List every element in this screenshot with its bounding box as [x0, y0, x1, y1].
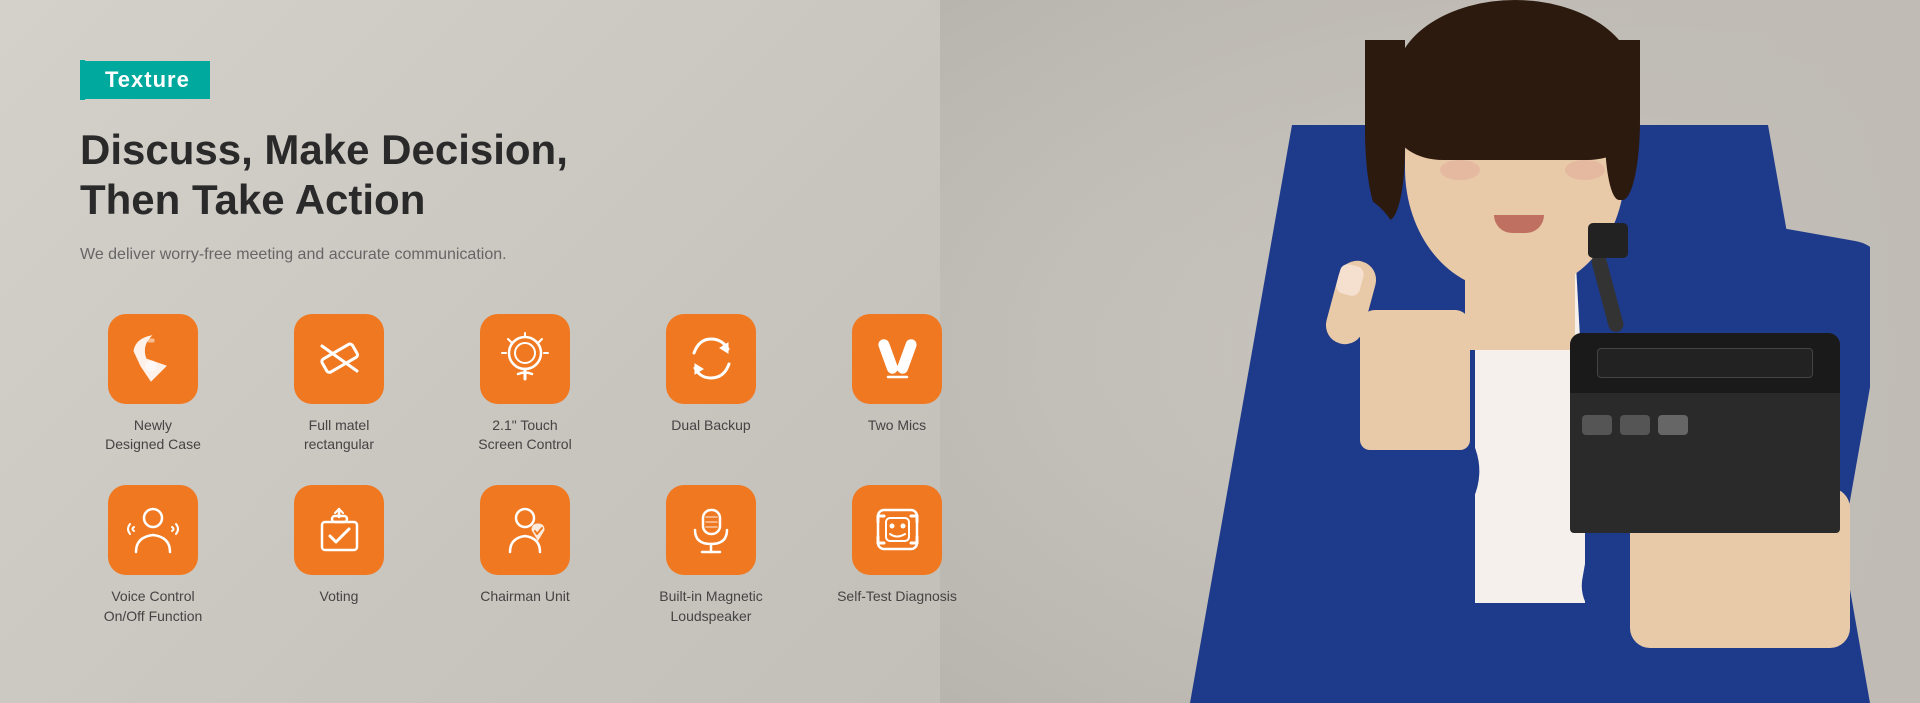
features-grid: NewlyDesigned Case Full matelrectangular	[80, 314, 970, 626]
chairman-unit-label: Chairman Unit	[480, 587, 569, 607]
mics-icon	[870, 331, 925, 386]
voting-icon	[312, 502, 367, 557]
main-title: Discuss, Make Decision, Then Take Action	[80, 125, 970, 226]
chairman-icon	[498, 502, 553, 557]
voting-label: Voting	[320, 587, 359, 607]
feature-built-in-speaker: Built-in MagneticLoudspeaker	[638, 485, 784, 626]
device-display	[1597, 348, 1813, 378]
content-area: Texture Discuss, Make Decision, Then Tak…	[0, 0, 1050, 703]
touch-icon	[498, 331, 553, 386]
full-matel-label: Full matelrectangular	[304, 416, 374, 455]
blush-right	[1440, 160, 1480, 180]
chairman-unit-icon-box	[480, 485, 570, 575]
voice-control-icon-box	[108, 485, 198, 575]
hair-side-left	[1605, 40, 1640, 200]
two-mics-icon-box	[852, 314, 942, 404]
built-in-speaker-icon-box	[666, 485, 756, 575]
voice-icon	[126, 502, 181, 557]
voice-control-label: Voice ControlOn/Off Function	[104, 587, 203, 626]
feature-voting: Voting	[266, 485, 412, 607]
feature-self-test: Self-Test Diagnosis	[824, 485, 970, 607]
newly-designed-case-icon-box	[108, 314, 198, 404]
feature-full-matel: Full matelrectangular	[266, 314, 412, 455]
neck	[1465, 260, 1575, 350]
dual-backup-label: Dual Backup	[671, 416, 750, 436]
self-test-icon-box	[852, 485, 942, 575]
voting-icon-box	[294, 485, 384, 575]
full-matel-icon-box	[294, 314, 384, 404]
device-btn1	[1582, 415, 1612, 435]
feature-newly-designed-case: NewlyDesigned Case	[80, 314, 226, 455]
device-body	[1570, 333, 1840, 533]
feature-dual-backup: Dual Backup	[638, 314, 784, 436]
backup-icon	[684, 331, 739, 386]
device-btn3	[1658, 415, 1688, 435]
subtitle: We deliver worry-free meeting and accura…	[80, 246, 970, 264]
hand-thumbsup	[1360, 310, 1470, 450]
texture-badge: Texture	[80, 60, 970, 100]
touch-screen-icon-box	[480, 314, 570, 404]
speaker-icon	[684, 502, 739, 557]
rectangular-icon	[312, 331, 367, 386]
title-line2: Then Take Action	[80, 175, 970, 225]
title-line1: Discuss, Make Decision,	[80, 125, 970, 175]
self-test-label: Self-Test Diagnosis	[837, 587, 957, 607]
selftest-icon	[870, 502, 925, 557]
hair-top	[1395, 0, 1635, 160]
page-wrapper: Texture Discuss, Make Decision, Then Tak…	[0, 0, 1920, 703]
device-buttons	[1570, 403, 1840, 447]
feature-chairman-unit: Chairman Unit	[452, 485, 598, 607]
touch-screen-label: 2.1" TouchScreen Control	[478, 416, 571, 455]
two-mics-label: Two Mics	[868, 416, 926, 436]
blush-left	[1565, 160, 1605, 180]
features-row-1: NewlyDesigned Case Full matelrectangular	[80, 314, 970, 455]
newly-designed-case-label: NewlyDesigned Case	[105, 416, 201, 455]
dual-backup-icon-box	[666, 314, 756, 404]
device-btn2	[1620, 415, 1650, 435]
feature-voice-control: Voice ControlOn/Off Function	[80, 485, 226, 626]
feature-two-mics: Two Mics	[824, 314, 970, 436]
device-screen	[1570, 333, 1840, 393]
built-in-speaker-label: Built-in MagneticLoudspeaker	[659, 587, 763, 626]
mic-head	[1588, 223, 1628, 258]
texture-label: Texture	[85, 61, 210, 99]
features-row-2: Voice ControlOn/Off Function	[80, 485, 970, 626]
case-icon	[126, 331, 181, 386]
person-image-area	[1020, 0, 1920, 703]
person-figure	[1170, 0, 1870, 703]
feature-touch-screen: 2.1" TouchScreen Control	[452, 314, 598, 455]
